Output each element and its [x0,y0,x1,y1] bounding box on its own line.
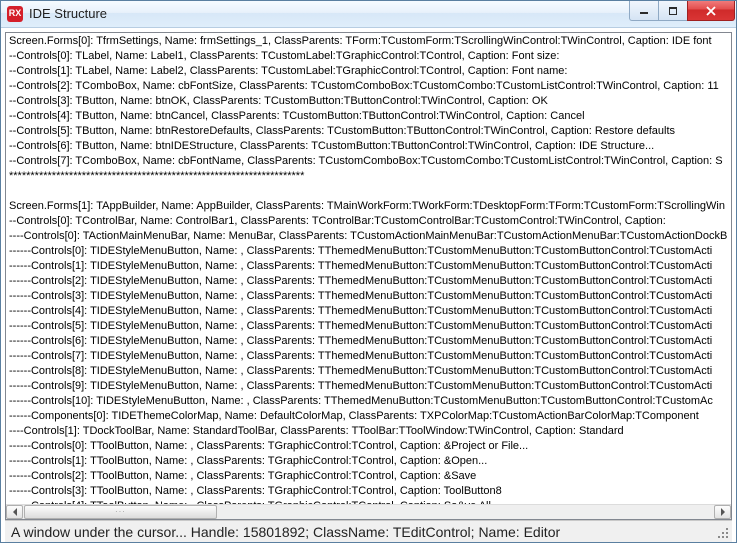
memo-line[interactable]: ------Controls[1]: TIDEStyleMenuButton, … [9,259,728,274]
client-area: Screen.Forms[0]: TfrmSettings, Name: frm… [1,28,736,542]
memo-line[interactable]: ----Controls[1]: TDockToolBar, Name: Sta… [9,424,728,439]
close-icon [705,6,717,16]
maximize-icon [668,7,678,15]
memo-line[interactable]: ------Controls[4]: TIDEStyleMenuButton, … [9,304,728,319]
memo-line[interactable]: ----Controls[0]: TActionMainMenuBar, Nam… [9,229,728,244]
memo-line[interactable]: ------Controls[0]: TToolButton, Name: , … [9,439,728,454]
memo-line[interactable]: --Controls[5]: TButton, Name: btnRestore… [9,124,728,139]
horizontal-scrollbar[interactable]: ··· [6,504,731,519]
minimize-button[interactable] [629,1,659,21]
statusbar: A window under the cursor... Handle: 158… [5,520,732,542]
memo-line[interactable]: ------Controls[9]: TIDEStyleMenuButton, … [9,379,728,394]
memo-line[interactable]: --Controls[2]: TComboBox, Name: cbFontSi… [9,79,728,94]
memo-line[interactable]: --Controls[0]: TControlBar, Name: Contro… [9,214,728,229]
memo-line[interactable]: Screen.Forms[1]: TAppBuilder, Name: AppB… [9,199,728,214]
memo-text[interactable]: Screen.Forms[0]: TfrmSettings, Name: frm… [6,33,731,504]
scroll-right-button[interactable] [714,505,731,519]
scroll-thumb[interactable]: ··· [24,505,217,519]
chevron-left-icon [12,508,18,516]
scroll-track[interactable]: ··· [24,505,713,519]
maximize-button[interactable] [658,1,688,21]
memo-line[interactable]: ------Controls[2]: TIDEStyleMenuButton, … [9,274,728,289]
window-buttons [630,1,736,21]
statusbar-text: A window under the cursor... Handle: 158… [11,524,560,540]
memo-line[interactable] [9,184,728,199]
memo-line[interactable]: ------Controls[6]: TIDEStyleMenuButton, … [9,334,728,349]
memo-line[interactable]: --Controls[7]: TComboBox, Name: cbFontNa… [9,154,728,169]
resize-grip-icon [716,526,730,540]
memo-line[interactable]: ****************************************… [9,169,728,184]
memo-line[interactable]: ------Controls[0]: TIDEStyleMenuButton, … [9,244,728,259]
app-icon: RX [7,6,23,22]
memo-line[interactable]: --Controls[1]: TLabel, Name: Label2, Cla… [9,64,728,79]
chevron-right-icon [720,508,726,516]
memo-line[interactable]: ------Controls[10]: TIDEStyleMenuButton,… [9,394,728,409]
memo-line[interactable]: --Controls[4]: TButton, Name: btnCancel,… [9,109,728,124]
resize-grip[interactable] [716,526,730,540]
memo-line[interactable]: --Controls[3]: TButton, Name: btnOK, Cla… [9,94,728,109]
memo-line[interactable]: ------Controls[8]: TIDEStyleMenuButton, … [9,364,728,379]
window-title: IDE Structure [29,6,107,21]
memo-line[interactable]: Screen.Forms[0]: TfrmSettings, Name: frm… [9,34,728,49]
scroll-left-button[interactable] [6,505,23,519]
titlebar[interactable]: RX IDE Structure [1,1,736,28]
memo-line[interactable]: ------Components[0]: TIDEThemeColorMap, … [9,409,728,424]
memo-line[interactable]: --Controls[0]: TLabel, Name: Label1, Cla… [9,49,728,64]
memo-line[interactable]: ------Controls[2]: TToolButton, Name: , … [9,469,728,484]
close-button[interactable] [687,1,735,21]
memo-line[interactable]: ------Controls[3]: TIDEStyleMenuButton, … [9,289,728,304]
app-icon-text: RX [9,9,22,18]
memo-line[interactable]: ------Controls[5]: TIDEStyleMenuButton, … [9,319,728,334]
memo-container: Screen.Forms[0]: TfrmSettings, Name: frm… [5,32,732,520]
memo-line[interactable]: --Controls[6]: TButton, Name: btnIDEStru… [9,139,728,154]
memo-line[interactable]: ------Controls[7]: TIDEStyleMenuButton, … [9,349,728,364]
memo-line[interactable]: ------Controls[3]: TToolButton, Name: , … [9,484,728,499]
memo-line[interactable]: ------Controls[1]: TToolButton, Name: , … [9,454,728,469]
window-frame: RX IDE Structure Screen.Forms[0]: TfrmSe… [0,0,737,543]
minimize-icon [639,7,649,15]
